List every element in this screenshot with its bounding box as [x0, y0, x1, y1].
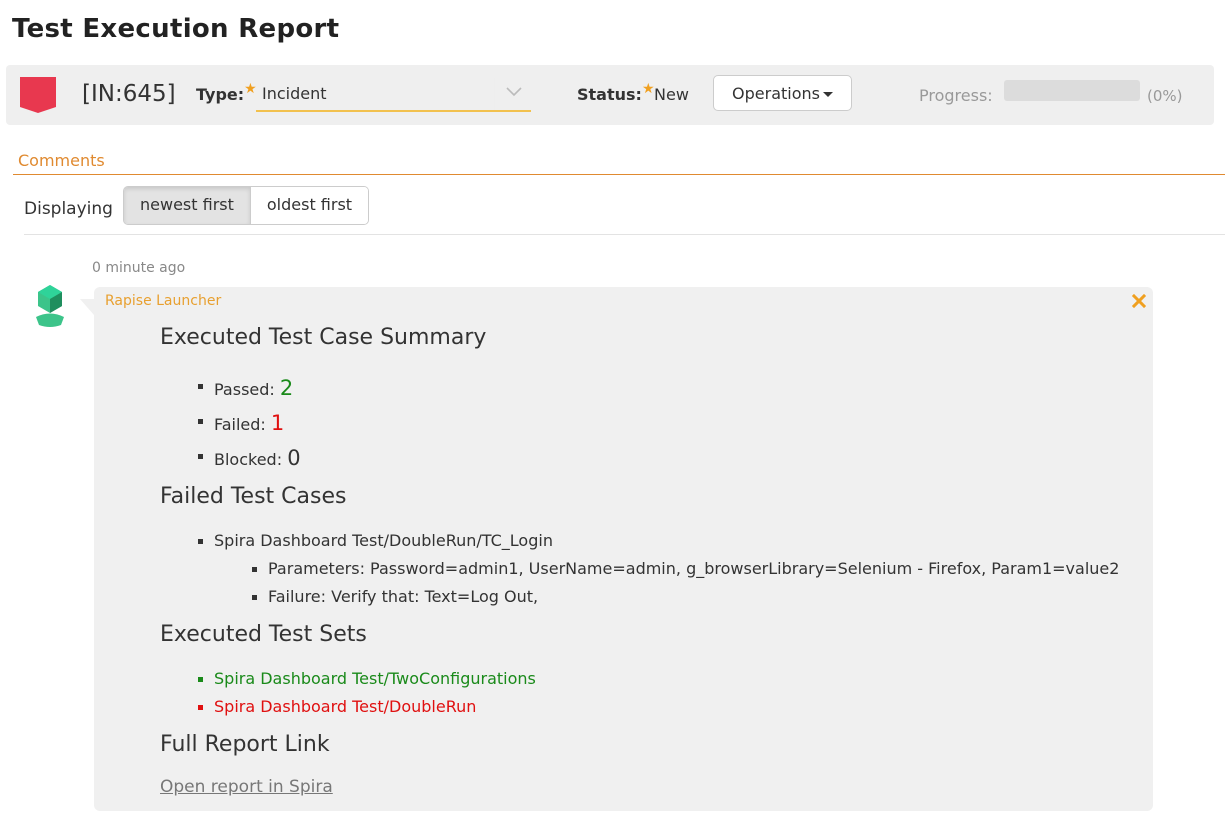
blocked-count: 0	[287, 446, 301, 470]
test-set-item: Spira Dashboard Test/DoubleRun	[198, 697, 476, 716]
sort-newest-first-button[interactable]: newest first	[124, 187, 250, 224]
failed-case-item: Spira Dashboard Test/DoubleRun/TC_Login	[198, 531, 553, 550]
failed-count: 1	[270, 411, 285, 435]
comment-card: Rapise Launcher Executed Test Case Summa…	[80, 287, 1153, 811]
page-title: Test Execution Report	[12, 14, 340, 44]
operations-label: Operations	[732, 83, 820, 103]
type-label: Type:★	[196, 81, 257, 104]
comment-author[interactable]: Rapise Launcher	[105, 293, 221, 309]
status-value: New	[654, 85, 689, 104]
sort-oldest-first-button[interactable]: oldest first	[249, 187, 369, 224]
divider	[24, 234, 1225, 235]
summary-heading: Executed Test Case Summary	[160, 325, 487, 350]
operations-button[interactable]: Operations	[713, 75, 852, 111]
progress-percent: (0%)	[1147, 87, 1183, 105]
comments-divider	[13, 174, 1225, 175]
robot-avatar-icon	[36, 285, 64, 327]
type-select-value: Incident	[262, 84, 327, 103]
comment-timestamp: 0 minute ago	[92, 260, 186, 276]
required-star-icon: ★	[641, 81, 655, 97]
failed-heading: Failed Test Cases	[160, 484, 347, 509]
displaying-label: Displaying	[24, 199, 113, 219]
close-icon[interactable]	[1132, 294, 1146, 308]
progress-label: Progress:	[919, 86, 993, 105]
chevron-down-icon[interactable]	[505, 82, 523, 100]
sets-heading: Executed Test Sets	[160, 622, 367, 647]
open-report-link[interactable]: Open report in Spira	[160, 777, 333, 797]
progress-bar	[1004, 80, 1140, 101]
comments-tab[interactable]: Comments	[18, 151, 105, 170]
incident-flag-icon	[20, 77, 56, 113]
passed-count: 2	[279, 376, 294, 400]
incident-id: [IN:645]	[82, 81, 176, 107]
test-set-item: Spira Dashboard Test/TwoConfigurations	[198, 669, 536, 688]
incident-toolbar: [IN:645] Type:★ Incident Status:★ New Op…	[6, 65, 1214, 125]
summary-item-passed: Passed: 2	[198, 376, 294, 400]
sort-toggle-group: newest first oldest first	[123, 186, 370, 225]
summary-item-blocked: Blocked: 0	[198, 446, 301, 470]
failed-detail-parameters: Parameters: Password=admin1, UserName=ad…	[252, 559, 1119, 578]
failed-detail-failure: Failure: Verify that: Text=Log Out,	[252, 587, 538, 606]
status-label: Status:★	[577, 81, 655, 104]
report-heading: Full Report Link	[160, 732, 330, 757]
caret-down-icon	[822, 91, 833, 97]
summary-item-failed: Failed: 1	[198, 411, 285, 435]
type-select[interactable]: Incident	[256, 78, 531, 112]
required-star-icon: ★	[244, 81, 257, 97]
